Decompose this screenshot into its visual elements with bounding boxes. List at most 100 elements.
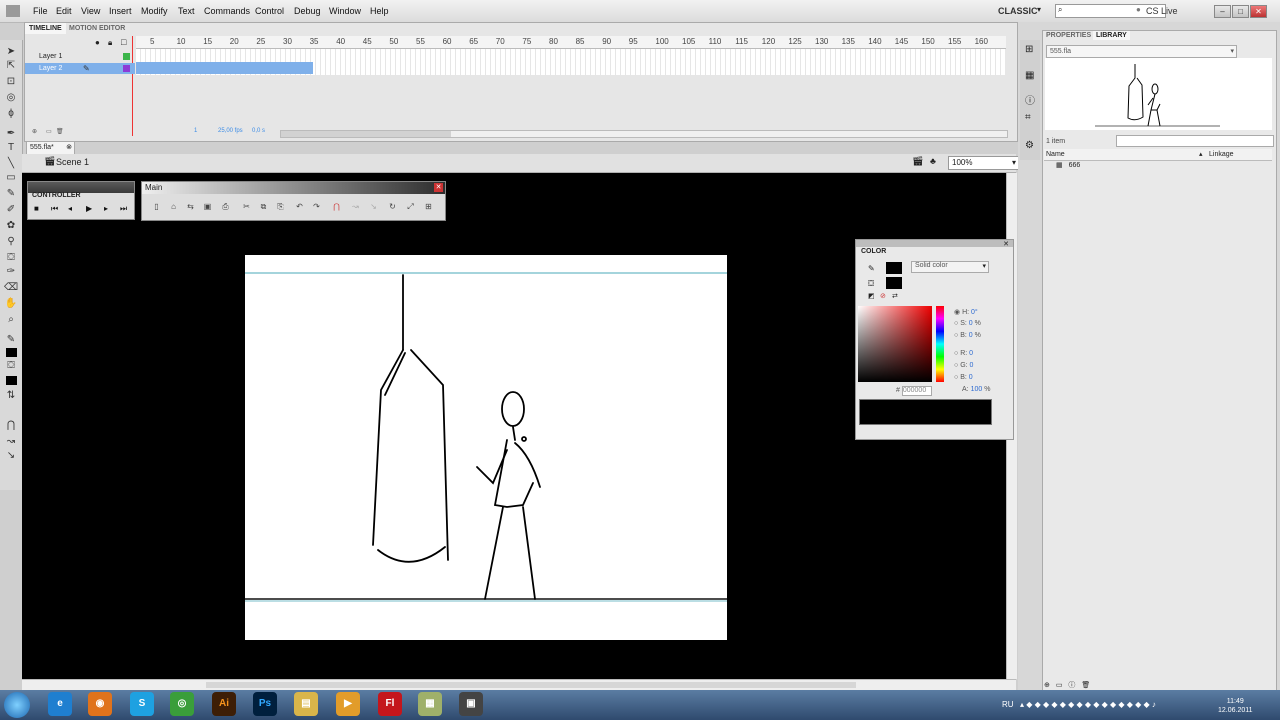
step-back-icon[interactable]: ◂ (68, 204, 72, 213)
color-field[interactable] (858, 306, 932, 382)
smooth-icon[interactable]: ↝ (4, 436, 18, 448)
alpha-value[interactable]: 100 (971, 386, 983, 393)
tab-motion-editor[interactable]: MOTION EDITOR (65, 23, 129, 34)
lasso-tool-icon[interactable]: ϕ (4, 108, 18, 120)
eye-icon[interactable]: ● (95, 38, 100, 47)
tab-timeline[interactable]: TIMELINE (25, 23, 66, 34)
scene-label[interactable]: Scene 1 (56, 157, 89, 167)
stop-icon[interactable]: ■ (34, 204, 39, 213)
snap-magnet-icon[interactable]: ⋂ (4, 420, 18, 432)
rectangle-tool-icon[interactable]: ▭ (4, 172, 18, 184)
stroke-color-icon[interactable]: ✎ (4, 334, 18, 346)
cut-icon[interactable]: ✂ (241, 201, 252, 212)
menu-view[interactable]: View (81, 6, 100, 16)
copy-icon[interactable]: ⧉ (258, 201, 269, 212)
print-icon[interactable]: ⎙ (220, 201, 231, 212)
b-value[interactable]: 0 (969, 332, 973, 339)
paste-icon[interactable]: ⎘ (275, 201, 286, 212)
components-icon[interactable]: ⚙ (1025, 140, 1034, 151)
pen-tool-icon[interactable]: ✒ (4, 128, 18, 140)
skype-icon[interactable]: S (130, 692, 154, 716)
chrome-icon[interactable]: ◎ (170, 692, 194, 716)
s-value[interactable]: 0 (969, 320, 973, 327)
line-tool-icon[interactable]: ╲ (4, 158, 18, 170)
system-clock[interactable]: 11:49 12.06.2011 (1218, 697, 1253, 715)
r-value[interactable]: 0 (969, 350, 973, 357)
language-indicator[interactable]: RU (1002, 700, 1014, 709)
menu-debug[interactable]: Debug (294, 6, 321, 16)
transform-icon[interactable]: ⌗ (1025, 112, 1031, 123)
save-icon[interactable]: ▣ (202, 201, 213, 212)
eraser-tool-icon[interactable]: ⌫ (4, 282, 18, 294)
menu-commands[interactable]: Commands (204, 6, 250, 16)
lock-icon[interactable]: 🔒︎ (108, 38, 112, 48)
red-field[interactable]: ○ R: 0 (954, 350, 973, 357)
hex-input[interactable]: 000000 (901, 386, 932, 396)
rotate-icon[interactable]: ↻ (387, 201, 398, 212)
brightness-field[interactable]: ○ B: 0 % (954, 332, 981, 339)
delete-layer-icon[interactable]: 🗑︎ (56, 128, 64, 135)
blue-field[interactable]: ○ B: 0 (954, 374, 973, 381)
go-to-end-icon[interactable]: ⏭ (120, 204, 127, 214)
eyedropper-icon[interactable]: ✑ (4, 266, 18, 278)
edit-symbols-icon[interactable]: ♣ (930, 156, 936, 166)
selection-tool-icon[interactable]: ➤ (4, 46, 18, 58)
default-colors-icon[interactable]: ◩ (868, 292, 875, 300)
ie-icon[interactable]: e (48, 692, 72, 716)
smooth-icon[interactable]: ↝ (350, 201, 361, 212)
layer-row-2[interactable]: Layer 2 ✎ (25, 63, 135, 74)
document-tab[interactable]: 555.fla* ⊗ (26, 141, 75, 155)
subselection-tool-icon[interactable]: ⇱ (4, 60, 18, 72)
outline-icon[interactable]: □ (121, 37, 126, 47)
stroke-swatch[interactable] (886, 262, 902, 274)
align-panel-icon[interactable]: ⊞ (1025, 44, 1033, 55)
scroll-thumb[interactable] (281, 131, 451, 137)
text-tool-icon[interactable]: T (4, 142, 18, 154)
hex-field[interactable]: # 000000 (896, 386, 932, 396)
tray-icons[interactable]: ▴ ◆ ◆ ◆ ◆ ◆ ◆ ◆ ◆ ◆ ◆ ◆ ◆ ◆ ◆ ◆ ♪ (1020, 700, 1156, 709)
scroll-thumb[interactable] (206, 682, 856, 688)
list-item[interactable]: ▦ 666 (1056, 161, 1256, 171)
menu-control[interactable]: Control (255, 6, 284, 16)
hand-tool-icon[interactable]: ✋ (4, 298, 18, 310)
open-folder-icon[interactable]: ⌂ (168, 201, 179, 212)
stroke-color-swatch[interactable] (6, 348, 17, 357)
new-symbol-icon[interactable]: ⊕ (1044, 682, 1050, 689)
explorer-icon[interactable]: ▤ (294, 692, 318, 716)
illustrator-icon[interactable]: Ai (212, 692, 236, 716)
redo-icon[interactable]: ↷ (311, 201, 322, 212)
new-folder-icon[interactable]: ▭ (1056, 682, 1063, 689)
start-button[interactable] (4, 692, 30, 718)
rewind-icon[interactable]: ⏮ (51, 204, 58, 214)
media-player-icon[interactable]: ▶ (336, 692, 360, 716)
hue-field[interactable]: ◉ H: 0° (954, 308, 978, 316)
close-icon[interactable]: ⊗ (66, 142, 72, 154)
menu-edit[interactable]: Edit (56, 6, 72, 16)
b2-value[interactable]: 0 (969, 374, 973, 381)
zoom-tool-icon[interactable]: ⌕ (4, 314, 18, 326)
step-forward-icon[interactable]: ▸ (104, 204, 108, 213)
pencil-tool-icon[interactable]: ✎ (4, 188, 18, 200)
fill-color-swatch[interactable] (6, 376, 17, 385)
paint-bucket-icon[interactable]: ⛋ (4, 252, 18, 264)
straighten-icon[interactable]: ↘ (368, 201, 379, 212)
chevron-down-icon[interactable]: ▾ (1037, 5, 1041, 14)
saturation-field[interactable]: ○ S: 0 % (954, 320, 981, 327)
maximize-button[interactable]: □ (1232, 5, 1249, 18)
color-panel-icon[interactable]: ▦ (1025, 70, 1034, 81)
flash-icon[interactable]: Fl (378, 692, 402, 716)
library-search-input[interactable] (1116, 135, 1274, 147)
alpha-field[interactable]: A: 100 % (962, 386, 990, 393)
green-field[interactable]: ○ G: 0 (954, 362, 973, 369)
properties-icon[interactable]: ⓘ (1068, 682, 1075, 689)
tab-library[interactable]: LIBRARY (1093, 31, 1130, 40)
column-linkage[interactable]: Linkage (1209, 149, 1234, 160)
scale-icon[interactable]: ⤢ (405, 201, 416, 212)
deco-tool-icon[interactable]: ✿ (4, 220, 18, 232)
library-document-select[interactable]: 555.fla ▾ (1046, 45, 1237, 58)
brush-tool-icon[interactable]: ✐ (4, 204, 18, 216)
frame-rate[interactable]: 25,00 fps (218, 128, 243, 134)
new-folder-icon[interactable]: ▭ (46, 128, 52, 135)
menu-insert[interactable]: Insert (109, 6, 132, 16)
minimize-button[interactable]: – (1214, 5, 1231, 18)
